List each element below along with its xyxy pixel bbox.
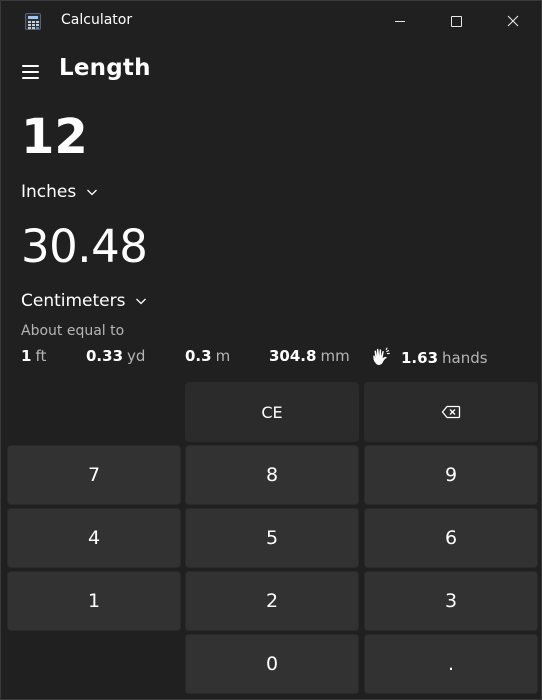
input-value[interactable]: 12 (21, 107, 88, 167)
chevron-down-icon (87, 189, 98, 196)
from-unit-dropdown[interactable]: Inches (21, 182, 98, 202)
title-bar[interactable]: Calculator (1, 1, 542, 41)
hamburger-menu-button[interactable] (21, 63, 41, 79)
to-unit-label: Centimeters (21, 291, 126, 311)
key-0[interactable]: 0 (185, 634, 359, 694)
key-7[interactable]: 7 (7, 445, 181, 505)
about-equal-label: About equal to (21, 323, 125, 339)
hamburger-menu-icon (22, 65, 39, 67)
equivalent-m: 0.3 m (185, 347, 231, 365)
key-2[interactable]: 2 (185, 571, 359, 631)
key-3[interactable]: 3 (364, 571, 538, 631)
calculator-icon (25, 13, 41, 30)
key-6[interactable]: 6 (364, 508, 538, 568)
key-5[interactable]: 5 (185, 508, 359, 568)
chevron-down-icon (136, 298, 147, 305)
key-decimal[interactable]: . (364, 634, 538, 694)
close-button[interactable] (490, 1, 536, 41)
clear-entry-button[interactable]: CE (185, 382, 359, 442)
key-1[interactable]: 1 (7, 571, 181, 631)
output-value[interactable]: 30.48 (21, 217, 148, 277)
maximize-button[interactable] (433, 1, 479, 41)
backspace-button[interactable] (364, 382, 538, 442)
equivalent-hands: 1.63 hands (371, 347, 488, 367)
mode-title: Length (59, 55, 151, 81)
key-8[interactable]: 8 (185, 445, 359, 505)
backspace-icon (441, 405, 461, 419)
to-unit-dropdown[interactable]: Centimeters (21, 291, 147, 311)
key-9[interactable]: 9 (364, 445, 538, 505)
app-title: Calculator (61, 12, 133, 28)
equivalent-ft: 1 ft (21, 347, 47, 365)
hand-icon (373, 347, 390, 366)
minimize-button[interactable] (377, 1, 423, 41)
calculator-window: Calculator Length 12 Inches 30.48 Centim… (0, 0, 542, 700)
maximize-icon (450, 15, 462, 27)
close-icon (507, 15, 519, 27)
minimize-icon (395, 20, 405, 22)
key-4[interactable]: 4 (7, 508, 181, 568)
equivalent-mm: 304.8 mm (269, 347, 350, 365)
equivalent-yd: 0.33 yd (86, 347, 146, 365)
from-unit-label: Inches (21, 182, 77, 202)
